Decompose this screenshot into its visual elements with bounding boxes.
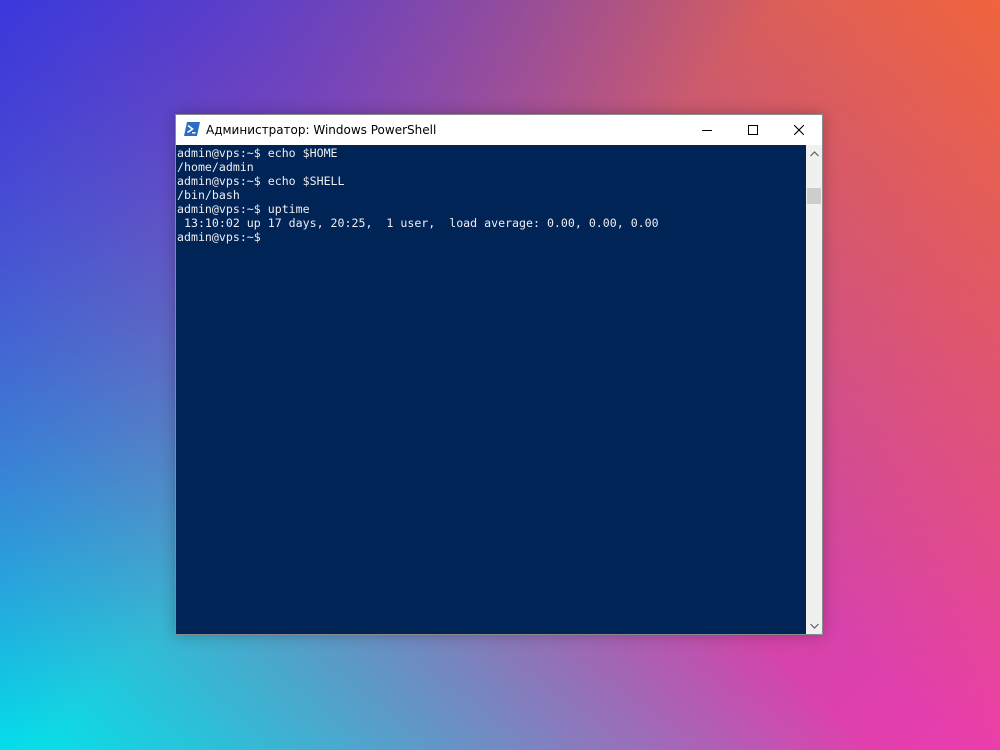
- minimize-icon: [702, 130, 712, 131]
- window-title: Администратор: Windows PowerShell: [206, 123, 437, 137]
- vertical-scrollbar[interactable]: [806, 145, 822, 634]
- scroll-thumb[interactable]: [807, 188, 821, 204]
- console-line: admin@vps:~$ echo $HOME: [177, 146, 338, 160]
- scroll-down-button[interactable]: [806, 617, 822, 634]
- console-line: /bin/bash: [177, 188, 240, 202]
- console-lines: admin@vps:~$ echo $HOME /home/admin admi…: [177, 146, 659, 244]
- close-button[interactable]: [776, 115, 822, 145]
- console-line: /home/admin: [177, 160, 254, 174]
- title-bar[interactable]: Администратор: Windows PowerShell: [176, 115, 822, 145]
- maximize-button[interactable]: [730, 115, 776, 145]
- scroll-up-button[interactable]: [806, 145, 822, 162]
- close-icon: [794, 125, 804, 135]
- chevron-up-icon: [809, 150, 819, 156]
- powershell-icon: [184, 122, 200, 136]
- console-line: admin@vps:~$ uptime: [177, 202, 310, 216]
- console-prompt[interactable]: admin@vps:~$: [177, 230, 659, 244]
- chevron-down-icon: [809, 623, 819, 629]
- powershell-window[interactable]: Администратор: Windows PowerShell admin@…: [175, 114, 823, 635]
- console-line: 13:10:02 up 17 days, 20:25, 1 user, load…: [177, 216, 659, 230]
- minimize-button[interactable]: [684, 115, 730, 145]
- console-output[interactable]: admin@vps:~$ echo $HOME /home/admin admi…: [176, 145, 806, 634]
- console-line: admin@vps:~$ echo $SHELL: [177, 174, 345, 188]
- maximize-icon: [748, 125, 758, 135]
